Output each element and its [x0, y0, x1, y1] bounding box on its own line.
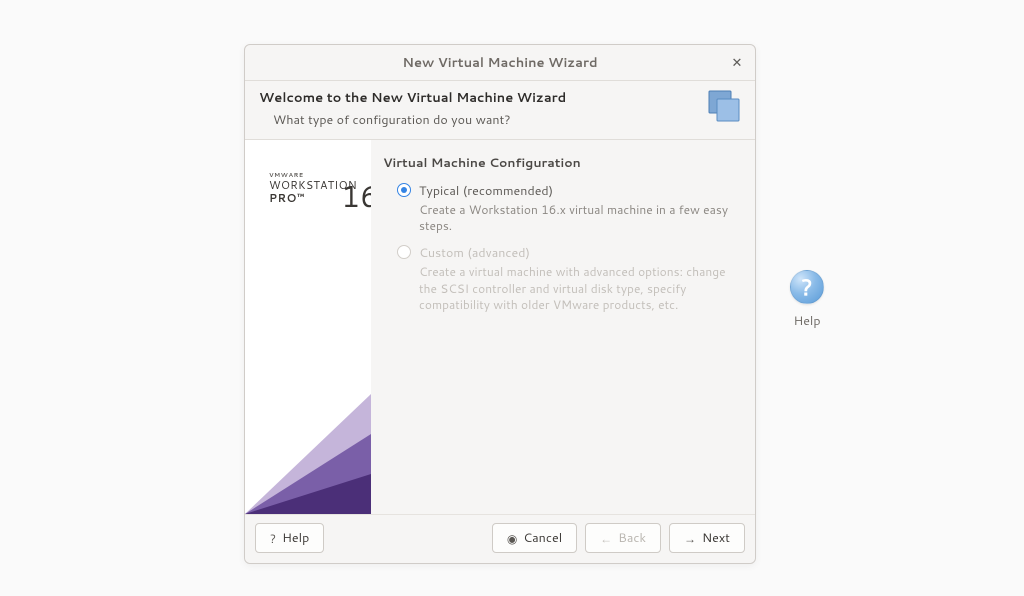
radio-custom — [397, 245, 411, 259]
next-arrow-icon: → — [684, 530, 696, 547]
desktop-help-label: Help — [793, 312, 820, 330]
options-panel: Virtual Machine Configuration Typical (r… — [371, 140, 755, 514]
option-custom-desc: Create a virtual machine with advanced o… — [419, 264, 737, 313]
next-button[interactable]: → Next — [669, 523, 745, 553]
close-icon: ✕ — [732, 54, 743, 72]
cancel-button-label: Cancel — [523, 529, 562, 547]
option-typical-text: Typical (recommended) Create a Workstati… — [419, 182, 737, 234]
back-arrow-icon: ← — [600, 530, 612, 547]
footer-right-group: ◉ Cancel ← Back → Next — [492, 523, 745, 553]
option-custom-label: Custom (advanced) — [419, 244, 737, 262]
cancel-icon: ◉ — [507, 530, 517, 547]
cancel-button[interactable]: ◉ Cancel — [492, 523, 577, 553]
body-area: VMWARE WORKSTATION PRO™ 16 Virtual Machi… — [245, 140, 755, 514]
wizard-dialog: New Virtual Machine Wizard ✕ Welcome to … — [244, 44, 756, 564]
header-title: Welcome to the New Virtual Machine Wizar… — [259, 89, 699, 107]
next-button-label: Next — [702, 529, 730, 547]
header-area: Welcome to the New Virtual Machine Wizar… — [245, 81, 755, 140]
footer: ? Help ◉ Cancel ← Back → Next — [245, 514, 755, 563]
question-icon: ? — [790, 270, 824, 304]
option-custom: Custom (advanced) Create a virtual machi… — [383, 244, 737, 313]
radio-typical[interactable] — [397, 183, 411, 197]
help-button-label: Help — [282, 529, 309, 547]
section-title: Virtual Machine Configuration — [383, 154, 737, 172]
help-button[interactable]: ? Help — [255, 523, 324, 553]
desktop-help-launcher[interactable]: ? Help — [779, 270, 835, 330]
brand-version: 16 — [341, 174, 371, 217]
back-button-label: Back — [618, 529, 646, 547]
back-button: ← Back — [585, 523, 661, 553]
close-button[interactable]: ✕ — [727, 53, 747, 73]
help-icon: ? — [270, 530, 276, 547]
option-typical-label[interactable]: Typical (recommended) — [419, 182, 737, 200]
dialog-title: New Virtual Machine Wizard — [402, 54, 597, 72]
vm-icon — [707, 89, 741, 123]
option-custom-text: Custom (advanced) Create a virtual machi… — [419, 244, 737, 313]
header-text: Welcome to the New Virtual Machine Wizar… — [259, 89, 699, 129]
brand-artwork — [245, 284, 371, 514]
option-typical[interactable]: Typical (recommended) Create a Workstati… — [383, 182, 737, 234]
branding-panel: VMWARE WORKSTATION PRO™ 16 — [245, 140, 371, 514]
option-typical-desc: Create a Workstation 16.x virtual machin… — [419, 202, 737, 234]
header-subtitle: What type of configuration do you want? — [259, 111, 699, 129]
titlebar: New Virtual Machine Wizard ✕ — [245, 45, 755, 81]
